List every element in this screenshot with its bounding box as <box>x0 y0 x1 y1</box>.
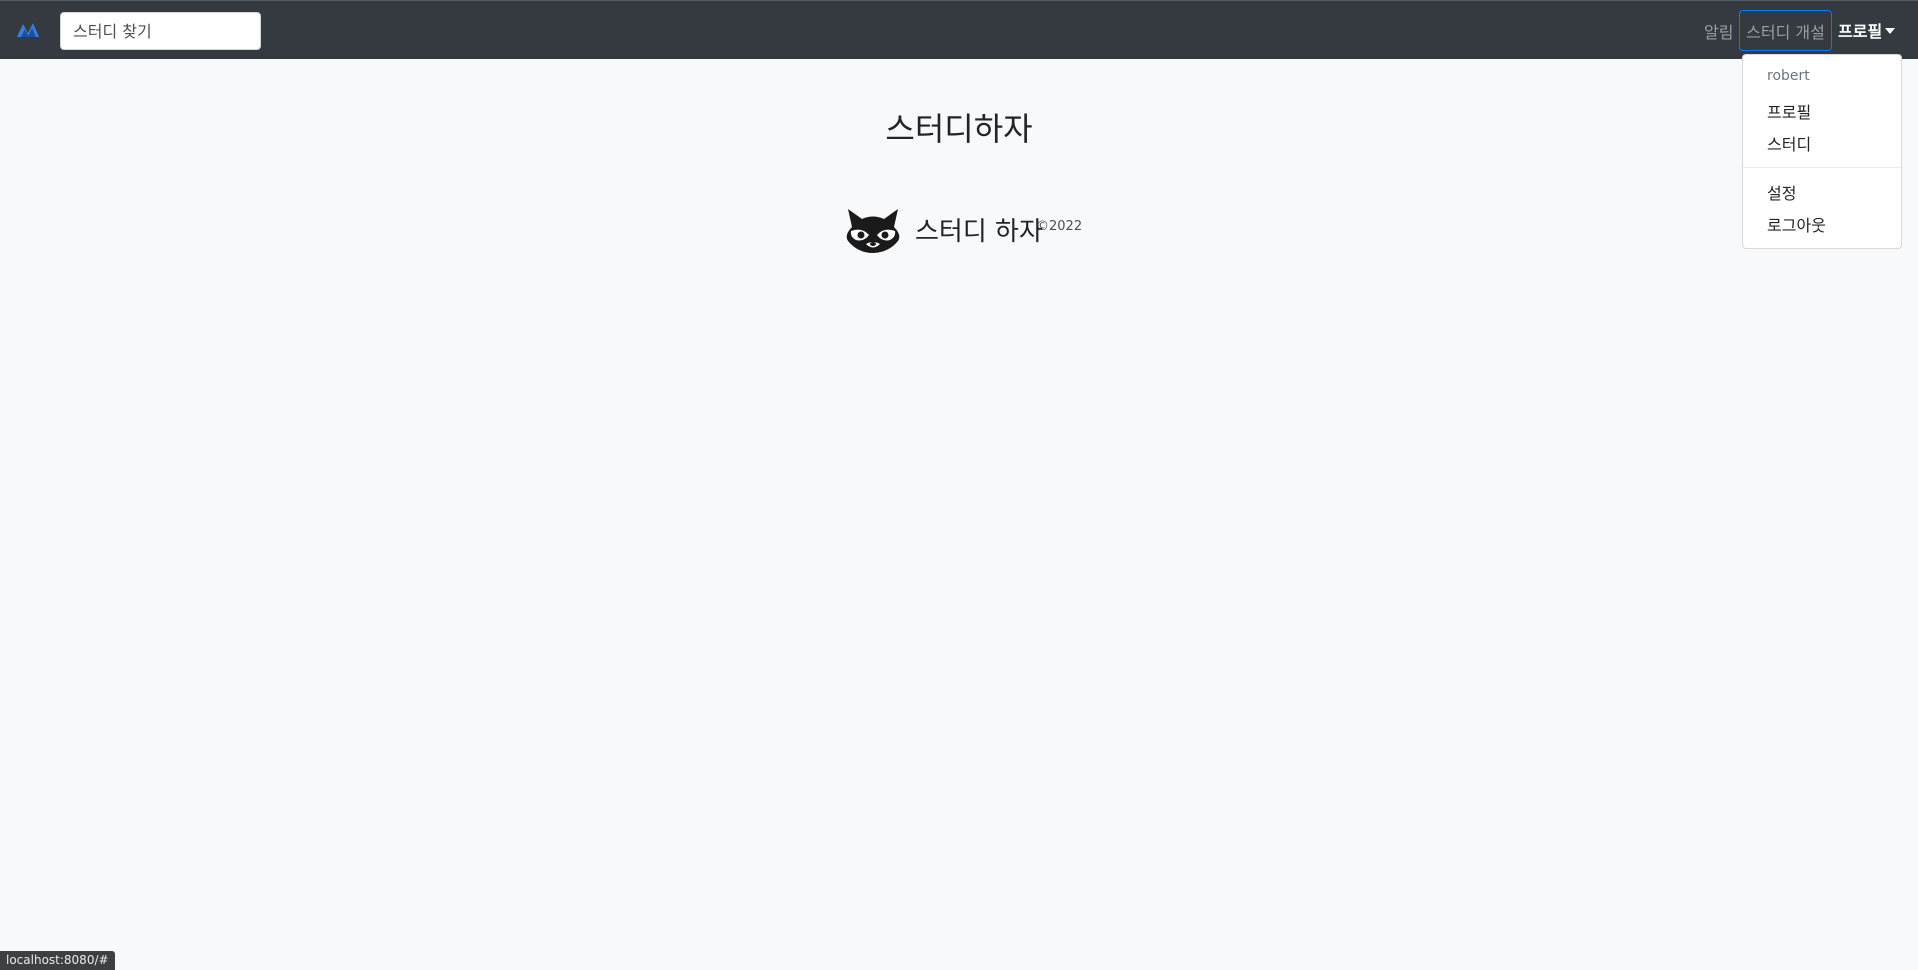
navbar: 알림 스터디 개설 프로필 <box>0 0 1918 59</box>
profile-dropdown-menu: robert 프로필 스터디 설정 로그아웃 <box>1742 54 1902 249</box>
footer-copyright: ©2022 <box>1036 219 1083 234</box>
search-input[interactable] <box>60 12 261 50</box>
profile-toggle-label: 프로필 <box>1838 22 1883 41</box>
raccoon-logo-icon <box>846 209 900 253</box>
browser-status-url: localhost:8080/# <box>0 951 115 970</box>
create-study-button[interactable]: 스터디 개설 <box>1739 10 1832 51</box>
caret-down-icon <box>1885 28 1896 34</box>
menu-item-settings[interactable]: 설정 <box>1767 180 1796 204</box>
footer-site-name: 스터디 하자 <box>915 217 1043 247</box>
footer: 스터디 하자 ©2022 <box>844 207 1084 255</box>
profile-dropdown-toggle[interactable]: 프로필 <box>1838 18 1896 42</box>
dropdown-divider <box>1743 167 1901 168</box>
dropdown-username: robert <box>1767 68 1810 84</box>
menu-item-logout[interactable]: 로그아웃 <box>1767 212 1826 236</box>
mountain-logo-icon[interactable] <box>16 19 40 41</box>
notifications-link[interactable]: 알림 <box>1704 19 1733 43</box>
page-title: 스터디하자 <box>885 110 1033 148</box>
